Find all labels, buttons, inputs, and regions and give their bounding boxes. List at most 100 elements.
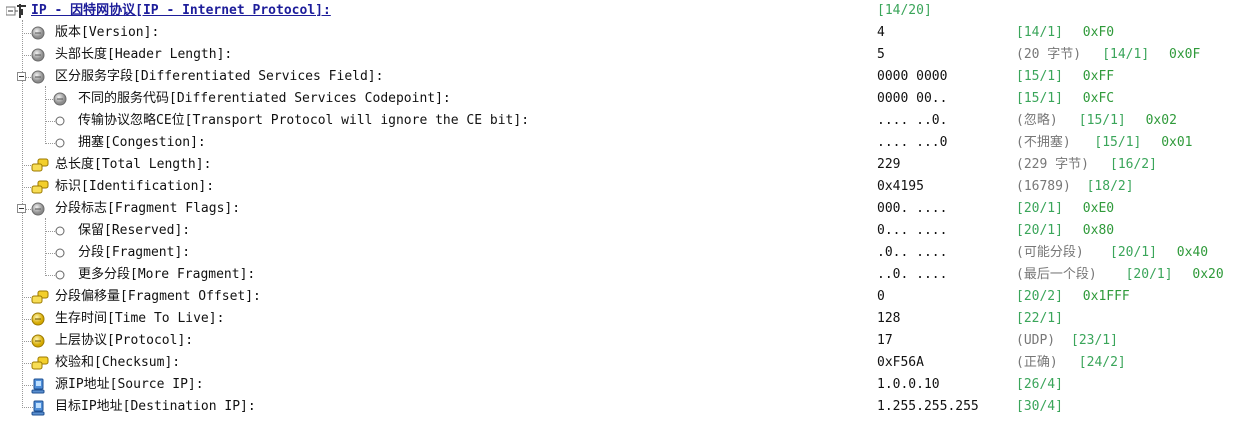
field-offset: [15/1] [1016, 91, 1063, 106]
field-mask: 0xF0 [1082, 25, 1115, 40]
tree-row[interactable]: 分段[Fragment]: .0.. .... (可能分段) [20/1] 0x40 [0, 242, 1249, 264]
computer-icon [31, 400, 45, 416]
field-offset: [16/2] [1110, 157, 1157, 172]
field-label: 保留[Reserved]: [78, 223, 191, 238]
field-offset: [20/1] [1016, 201, 1063, 216]
field-label: 目标IP地址[Destination IP]: [55, 399, 256, 414]
field-mask: 0x20 [1192, 267, 1224, 282]
field-label: 头部长度[Header Length]: [55, 47, 233, 62]
field-value: 4 [877, 25, 885, 40]
computer-icon [31, 378, 45, 394]
tree-row[interactable]: 校验和[Checksum]: 0xF56A (正确) [24/2] [0, 352, 1249, 374]
tree-row[interactable]: 总长度[Total Length]: 229 (229 字节) [16/2] [0, 154, 1249, 176]
tree-row[interactable]: 分段标志[Fragment Flags]: 000. .... [20/1] 0xE0 [0, 198, 1249, 220]
field-offset: [26/4] [1016, 377, 1063, 392]
ip-protocol-node[interactable]: IP - 因特网协议[IP - Internet Protocol]: [14/… [0, 0, 1249, 22]
yellow-pair-icon [31, 290, 49, 304]
field-offset: [14/1] [1102, 47, 1150, 62]
field-offset: [15/1] [1094, 135, 1142, 150]
field-value: .... ..0. [877, 113, 948, 128]
field-label: 更多分段[More Fragment]: [78, 267, 256, 282]
tree-row[interactable]: 分段偏移量[Fragment Offset]: 0 [20/2] 0x1FFF [0, 286, 1249, 308]
field-offset: [14/1] [1016, 25, 1063, 40]
field-offset: [22/1] [1016, 311, 1063, 326]
collapse-toggle-icon[interactable] [17, 72, 26, 81]
field-label: 标识[Identification]: [55, 179, 215, 194]
field-offset: [20/2] [1016, 289, 1063, 304]
field-value: 128 [877, 311, 901, 326]
tree-row[interactable]: 标识[Identification]: 0x4195 (16789) [18/2] [0, 176, 1249, 198]
field-mask: 0x40 [1176, 245, 1209, 260]
gray-ball-icon [31, 26, 45, 40]
field-label: 拥塞[Congestion]: [78, 135, 206, 150]
field-offset: [15/1] [1078, 113, 1126, 128]
yellow-pair-icon [31, 356, 49, 370]
field-offset: [20/1] [1110, 245, 1157, 260]
tree-row[interactable]: 版本[Version]: 4 [14/1] 0xF0 [0, 22, 1249, 44]
field-mask: 0x0F [1169, 47, 1201, 62]
field-label: 源IP地址[Source IP]: [55, 377, 204, 392]
tree-row[interactable]: 源IP地址[Source IP]: 1.0.0.10 [26/4] [0, 374, 1249, 396]
field-label: 分段[Fragment]: [78, 245, 191, 260]
tree-row[interactable]: 生存时间[Time To Live]: 128 [22/1] [0, 308, 1249, 330]
field-value: 0x4195 [877, 179, 924, 194]
small-circle-icon [53, 136, 67, 150]
tree-row[interactable]: 区分服务字段[Differentiated Services Field]: 00… [0, 66, 1249, 88]
field-label: 分段标志[Fragment Flags]: [55, 201, 241, 216]
yellow-ball-icon [31, 334, 45, 348]
field-description: (229 字节) [1016, 157, 1089, 172]
gray-ball-icon [31, 70, 45, 84]
field-label: 区分服务字段[Differentiated Services Field]: [55, 69, 384, 84]
field-value: 0000 00.. [877, 91, 948, 106]
field-mask: 0xE0 [1082, 201, 1115, 216]
field-label: 分段偏移量[Fragment Offset]: [55, 289, 261, 304]
field-value: ..0. .... [877, 267, 948, 282]
field-mask: 0x02 [1145, 113, 1177, 128]
field-value: 0xF56A [877, 355, 924, 370]
field-mask: 0xFF [1082, 69, 1115, 84]
field-offset: [18/2] [1086, 179, 1134, 194]
field-description: (可能分段) [1016, 245, 1084, 260]
field-label: 传输协议忽略CE位[Transport Protocol will ignore… [78, 113, 530, 128]
small-circle-icon [53, 224, 67, 238]
field-offset: [20/1] [1016, 223, 1063, 238]
gray-ball-icon [53, 92, 67, 106]
yellow-pair-icon [31, 180, 49, 194]
field-description: (不拥塞) [1016, 135, 1071, 150]
field-value: 1.255.255.255 [877, 399, 979, 414]
tree-row[interactable]: 传输协议忽略CE位[Transport Protocol will ignore… [0, 110, 1249, 132]
small-circle-icon [53, 114, 67, 128]
field-value: 0 [877, 289, 885, 304]
field-offset: [20/1] [1125, 267, 1173, 282]
tree-row[interactable]: 更多分段[More Fragment]: ..0. .... (最后一个段) [20/… [0, 264, 1249, 286]
protocol-tree-icon [5, 3, 26, 18]
field-description: (忽略) [1016, 113, 1058, 128]
field-offset: [15/1] [1016, 69, 1063, 84]
field-offset: [30/4] [1016, 399, 1063, 414]
tree-row[interactable]: 拥塞[Congestion]: .... ...0 (不拥塞) [15/1] 0x01 [0, 132, 1249, 154]
tree-row[interactable]: 不同的服务代码[Differentiated Services Codepoin… [0, 88, 1249, 110]
field-mask: 0xFC [1082, 91, 1115, 106]
protocol-tree: IP - 因特网协议[IP - Internet Protocol]: [14/… [0, 0, 1249, 416]
field-description: (正确) [1016, 355, 1058, 370]
field-value: 229 [877, 157, 901, 172]
field-value: 1.0.0.10 [877, 377, 940, 392]
tree-row[interactable]: 保留[Reserved]: 0... .... [20/1] 0x80 [0, 220, 1249, 242]
field-description: (16789) [1016, 179, 1071, 194]
small-circle-icon [53, 268, 67, 282]
yellow-ball-icon [31, 312, 45, 326]
field-value: 5 [877, 47, 885, 62]
field-value: .... ...0 [877, 135, 948, 150]
collapse-toggle-icon[interactable] [17, 204, 26, 213]
field-description: (20 字节) [1016, 47, 1082, 62]
tree-row[interactable]: 上层协议[Protocol]: 17 (UDP) [23/1] [0, 330, 1249, 352]
yellow-pair-icon [31, 158, 49, 172]
tree-row[interactable]: 头部长度[Header Length]: 5 (20 字节) [14/1] 0x0F [0, 44, 1249, 66]
field-value: 000. .... [877, 201, 948, 216]
field-value: 0000 0000 [877, 69, 948, 84]
field-label: 总长度[Total Length]: [55, 157, 212, 172]
tree-row[interactable]: 目标IP地址[Destination IP]: 1.255.255.255 [30/… [0, 396, 1249, 418]
gray-ball-icon [31, 202, 45, 216]
gray-ball-icon [31, 48, 45, 62]
field-mask: 0x1FFF [1082, 289, 1130, 304]
